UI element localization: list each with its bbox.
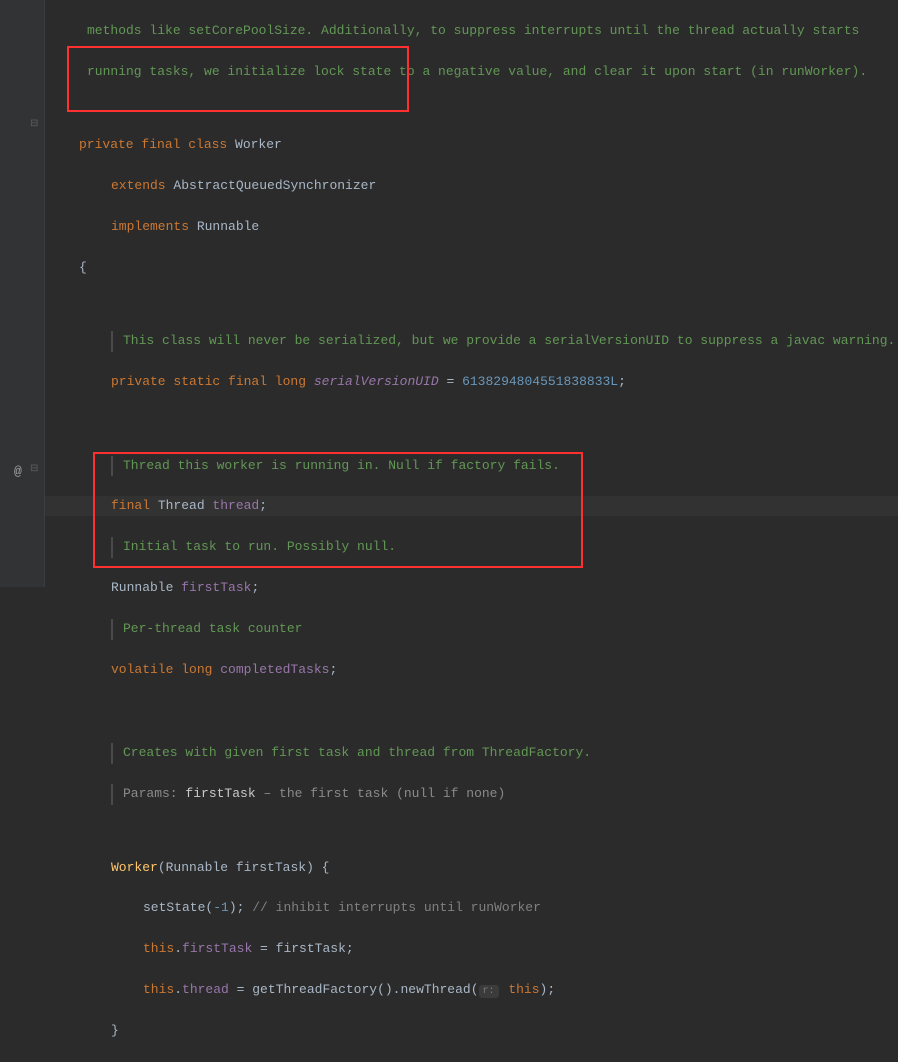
field-value: 6138294804551838833L — [462, 374, 618, 389]
close-brace: } — [111, 1023, 119, 1038]
doc-text: methods like setCorePoolSize. Additional… — [87, 23, 859, 38]
semi: ; — [329, 662, 337, 677]
semi: ; — [259, 498, 267, 513]
field-ref: firstTask — [182, 941, 252, 956]
line-comment: // inhibit interrupts until runWorker — [252, 900, 541, 915]
param-type: Runnable — [166, 860, 236, 875]
field-name: firstTask — [181, 580, 251, 595]
field-name: thread — [212, 498, 259, 513]
method-call: setState — [143, 900, 205, 915]
field-eq: = — [439, 374, 462, 389]
this-keyword: this — [143, 982, 174, 997]
assign: = firstTask; — [252, 941, 353, 956]
doc-firsttask: Initial task to run. Possibly null. — [123, 539, 396, 554]
eq: = — [229, 982, 252, 997]
method-call: newThread — [400, 982, 470, 997]
param-hint: r: — [479, 985, 499, 998]
rparen-semi: ); — [540, 982, 556, 997]
override-icon[interactable]: @ — [14, 462, 22, 483]
doc-thread: Thread this worker is running in. Null i… — [123, 458, 560, 473]
this-arg: this — [501, 982, 540, 997]
field-modifiers: volatile long — [111, 662, 220, 677]
semi: ; — [618, 374, 626, 389]
param-name: firstTask — [236, 860, 306, 875]
lparen: ( — [158, 860, 166, 875]
field-type: Thread — [158, 498, 213, 513]
numeric-arg: -1 — [213, 900, 229, 915]
field-modifiers: private static final long — [111, 374, 314, 389]
lparen: ( — [205, 900, 213, 915]
doc-ctor-l1: Creates with given first task and thread… — [123, 745, 591, 760]
field-modifier: final — [111, 498, 158, 513]
dot: . — [174, 982, 182, 997]
dot: . — [174, 941, 182, 956]
field-name: serialVersionUID — [314, 374, 439, 389]
implements-keyword: implements — [111, 219, 197, 234]
modifier-keywords: private final class — [79, 137, 235, 152]
doc-param-desc: – the first task (null if none) — [256, 786, 506, 801]
superclass-name: AbstractQueuedSynchronizer — [173, 178, 376, 193]
constructor-name: Worker — [111, 860, 158, 875]
interface-name: Runnable — [197, 219, 259, 234]
fold-icon[interactable]: ⊟ — [30, 117, 38, 133]
field-name: completedTasks — [220, 662, 329, 677]
semi: ; — [251, 580, 259, 595]
this-keyword: this — [143, 941, 174, 956]
editor-gutter: ⊟ ⊟ @ — [0, 0, 45, 587]
field-type: Runnable — [111, 580, 181, 595]
doc-serial: This class will never be serialized, but… — [123, 333, 895, 348]
class-name: Worker — [235, 137, 282, 152]
extends-keyword: extends — [111, 178, 173, 193]
open-brace: { — [79, 260, 87, 275]
code-editor[interactable]: methods like setCorePoolSize. Additional… — [55, 0, 898, 1062]
fold-icon[interactable]: ⊟ — [30, 462, 38, 478]
rparen-semi: ); — [229, 900, 252, 915]
doc-params-label: Params: — [123, 786, 185, 801]
doc-text: running tasks, we initialize lock state … — [87, 64, 867, 79]
field-ref: thread — [182, 982, 229, 997]
call-chain: (). — [377, 982, 400, 997]
doc-completed: Per-thread task counter — [123, 621, 302, 636]
method-call: getThreadFactory — [252, 982, 377, 997]
rparen-brace: ) { — [306, 860, 329, 875]
doc-param-name: firstTask — [185, 786, 255, 801]
lparen: ( — [471, 982, 479, 997]
